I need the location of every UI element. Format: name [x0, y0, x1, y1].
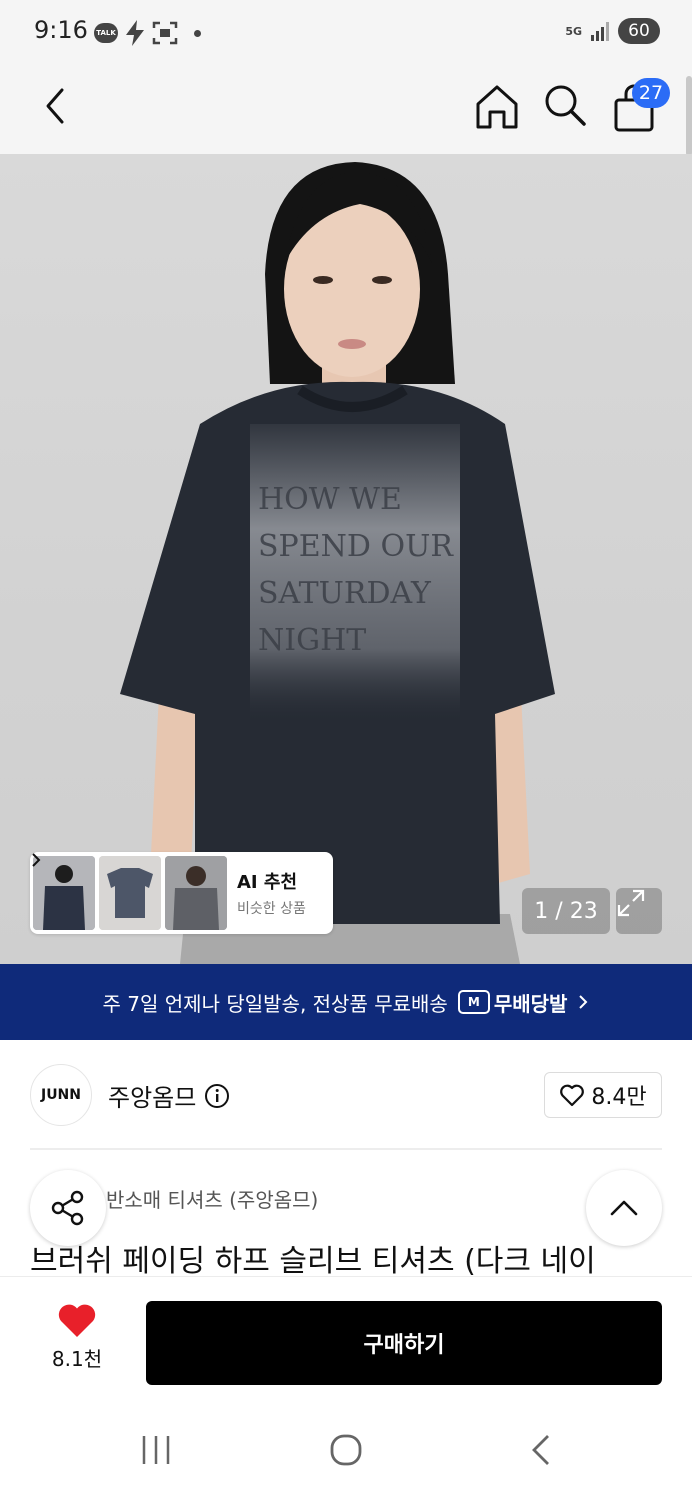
- battery-icon: 60: [618, 18, 660, 44]
- image-page-counter: 1 / 23: [522, 888, 610, 934]
- brand-like-count: 8.4만: [591, 1085, 647, 1110]
- signal-icon: [591, 22, 609, 41]
- home-icon[interactable]: [470, 80, 524, 134]
- bottom-action-bar: 8.1천 구매하기: [0, 1276, 692, 1402]
- scroll-top-button[interactable]: [586, 1170, 662, 1246]
- system-icons: 5G 60: [565, 18, 660, 44]
- system-back-icon[interactable]: [522, 1430, 562, 1470]
- notification-icons: TALK: [94, 20, 201, 46]
- more-dot-icon: [194, 29, 201, 37]
- cart-count-badge: 27: [632, 78, 670, 108]
- delivery-banner[interactable]: 주 7일 언제나 당일발송, 전상품 무료배송 M 무배당발: [0, 964, 692, 1040]
- recent-apps-icon[interactable]: [136, 1430, 176, 1470]
- screenshot-icon: [152, 21, 178, 45]
- expand-image-button[interactable]: [616, 888, 662, 934]
- ai-recommend-card[interactable]: AI 추천 비슷한 상품: [30, 852, 333, 934]
- search-icon[interactable]: [540, 80, 590, 130]
- share-icon: [51, 1190, 84, 1226]
- expand-icon: [617, 889, 645, 917]
- shirt-print-line: SATURDAY: [258, 576, 432, 611]
- product-photo: HOW WE SPEND OUR SATURDAY NIGHT: [120, 162, 555, 964]
- system-nav-bar: [0, 1402, 692, 1500]
- network-5g-icon: 5G: [565, 24, 582, 38]
- info-icon[interactable]: [204, 1083, 230, 1109]
- brand-like-button[interactable]: 8.4만: [544, 1072, 662, 1118]
- brand-row: JUNN 주앙옴므 8.4만: [0, 1040, 692, 1150]
- heart-filled-icon: [58, 1304, 96, 1337]
- kakaotalk-icon: TALK: [94, 23, 118, 43]
- shirt-print-line: HOW WE: [258, 482, 402, 517]
- brand-name[interactable]: 주앙옴므: [108, 1078, 230, 1113]
- recommend-thumbnail[interactable]: [33, 856, 95, 930]
- category-breadcrumb[interactable]: 반소매 티셔츠 (주앙옴므): [106, 1184, 318, 1213]
- ai-recommend-subtitle: 비슷한 상품: [237, 901, 306, 917]
- wishlist-button[interactable]: 8.1천: [48, 1303, 106, 1372]
- recommend-thumbnail[interactable]: [165, 856, 227, 930]
- ai-recommend-title[interactable]: AI 추천: [32, 853, 306, 894]
- product-image-gallery[interactable]: HOW WE SPEND OUR SATURDAY NIGHT AI 추천 비슷…: [0, 154, 692, 964]
- wishlist-count: 8.1천: [51, 1347, 103, 1371]
- delivery-logo: M 무배당발: [457, 988, 567, 1017]
- heart-outline-icon: [560, 1084, 585, 1107]
- status-time: 9:16: [34, 16, 88, 44]
- top-nav: [0, 64, 692, 154]
- chevron-right-icon: [579, 995, 588, 1009]
- recommend-thumbnail[interactable]: [99, 856, 161, 930]
- brand-logo[interactable]: JUNN: [30, 1064, 92, 1126]
- shirt-print-line: NIGHT: [258, 623, 366, 658]
- bolt-icon: [126, 20, 144, 46]
- delivery-text: 주 7일 언제나 당일발송, 전상품 무료배송: [102, 991, 448, 1016]
- home-button-icon[interactable]: [326, 1430, 366, 1470]
- chevron-right-icon: [32, 853, 41, 867]
- scroll-indicator: [686, 76, 692, 156]
- delivery-truck-icon: M: [457, 990, 490, 1014]
- share-button[interactable]: [30, 1170, 106, 1246]
- status-bar: 9:16 TALK 5G 60: [0, 0, 692, 64]
- shirt-print-line: SPEND OUR: [258, 529, 454, 564]
- product-title: 브러쉬 페이딩 하프 슬리브 티셔츠 (다크 네이: [30, 1244, 596, 1276]
- back-icon[interactable]: [34, 84, 78, 128]
- buy-button[interactable]: 구매하기: [146, 1301, 662, 1385]
- chevron-up-icon: [610, 1200, 638, 1216]
